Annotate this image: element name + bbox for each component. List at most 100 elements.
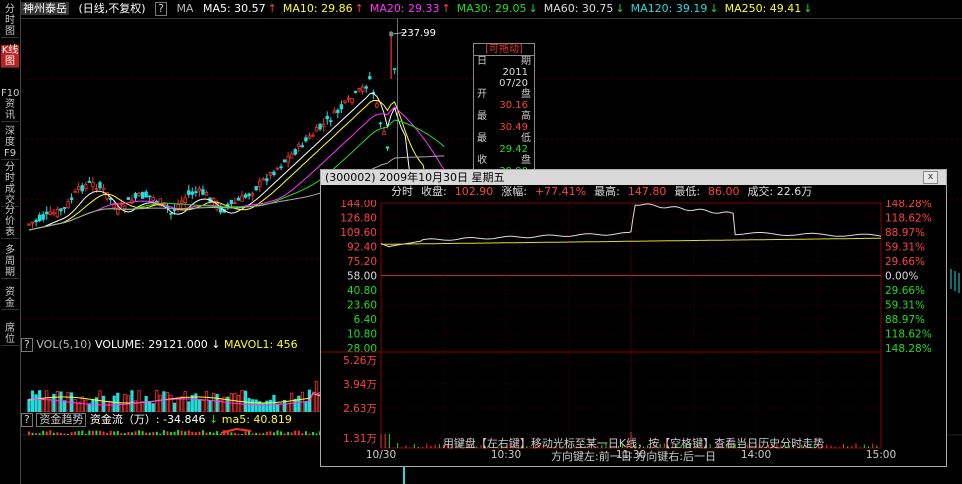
candle xyxy=(364,84,368,93)
tab-trades[interactable]: 分时成交 xyxy=(1,162,19,207)
candle xyxy=(55,206,60,219)
fund-bar xyxy=(74,431,77,435)
candle xyxy=(247,192,251,200)
tab-f9[interactable]: 深度F9 xyxy=(1,126,19,160)
candle xyxy=(350,97,354,105)
info-row-label: 开盘 xyxy=(477,89,531,100)
peak-price-label: 237.99 xyxy=(401,28,436,39)
fund-bar xyxy=(152,432,155,435)
percent-axis-label: 29.66% xyxy=(885,285,925,297)
candle xyxy=(73,188,77,193)
candle xyxy=(339,100,344,114)
stock-name[interactable]: 神州泰岳 xyxy=(21,2,69,15)
percent-axis-label: 59.31% xyxy=(885,242,925,254)
fund-bar xyxy=(70,432,73,435)
fund-bar xyxy=(191,431,194,435)
percent-axis-label: 0.00% xyxy=(885,271,918,283)
volume-bar xyxy=(45,390,49,412)
fund-bar xyxy=(241,433,243,435)
fund-bar xyxy=(237,433,240,435)
vol-help-button[interactable]: ? xyxy=(21,338,33,352)
fund-bar xyxy=(106,432,109,435)
volume-bar xyxy=(251,399,255,412)
fund-bar xyxy=(113,431,116,435)
ma-value-3: MA30: 29.05 xyxy=(456,2,527,15)
intraday-popup[interactable]: (300002) 2009年10月30日 星期五 x 分时 收盘: 102.90 涨幅… xyxy=(320,169,947,467)
fund-bar xyxy=(170,432,172,435)
tab-kline[interactable]: K线图 xyxy=(1,45,19,68)
candle xyxy=(148,195,152,202)
tab-fund[interactable]: 资金 xyxy=(1,287,19,310)
volume-bar xyxy=(314,380,319,412)
volume-bar xyxy=(105,401,109,412)
popup-stat: +77.41% xyxy=(534,185,587,198)
volume-bar xyxy=(172,402,177,412)
volume-bar xyxy=(279,403,283,412)
chart-mode[interactable]: (日线,不复权) xyxy=(79,2,146,15)
tab-f10[interactable]: F10资讯 xyxy=(1,88,19,122)
fund-bar xyxy=(148,432,151,435)
fund-bar xyxy=(130,432,133,435)
candle xyxy=(45,206,49,220)
fund-bar xyxy=(91,430,94,435)
candle xyxy=(353,90,358,94)
volume-bar xyxy=(98,390,102,412)
fund-bar xyxy=(45,431,48,435)
intraday-chart[interactable]: 144.00 148.28% 126.80 118.62% 109.60 88.97% 92… xyxy=(321,200,946,463)
popup-stat: 102.90 xyxy=(454,185,494,198)
candle xyxy=(66,198,70,210)
candle xyxy=(282,159,287,163)
fund-bar xyxy=(138,430,141,435)
fund-trend-tab[interactable]: 资金趋势 xyxy=(36,413,87,427)
volume-bar xyxy=(176,397,180,412)
fund-bar xyxy=(187,430,190,435)
volume-bar xyxy=(41,398,45,412)
fund-label: 资金流（万）: xyxy=(89,413,160,426)
volume-bar xyxy=(148,400,152,412)
volume-bar xyxy=(304,401,308,412)
fund-bar xyxy=(201,430,204,435)
fund-bar xyxy=(251,433,254,435)
ma-value-5: MA120: 39.19 xyxy=(630,2,708,15)
tab-multi-period[interactable]: 多周期 xyxy=(1,245,19,279)
candle xyxy=(59,207,63,216)
popup-stat: 最高: xyxy=(594,185,620,198)
volume-bar xyxy=(87,403,91,412)
candle xyxy=(218,204,223,215)
candle xyxy=(176,199,180,213)
candle xyxy=(187,184,191,198)
fund-help-button[interactable]: ? xyxy=(21,413,33,427)
tab-price-table[interactable]: 分价表 xyxy=(1,205,19,239)
popup-titlebar[interactable]: (300002) 2009年10月30日 星期五 x xyxy=(321,170,946,185)
popup-stat: 涨幅: xyxy=(501,185,527,198)
fund-bar xyxy=(312,432,314,435)
info-row-label: 日期 xyxy=(477,56,531,67)
candle xyxy=(236,195,241,201)
candle xyxy=(201,185,205,196)
info-row-value: 29.42 xyxy=(499,144,528,155)
info-row-label: 最高 xyxy=(477,111,531,122)
candle xyxy=(77,182,81,194)
fund-bar xyxy=(269,431,272,435)
candle xyxy=(98,180,102,190)
help-button[interactable]: ? xyxy=(155,2,167,16)
info-panel[interactable]: [可拖动] 日期 2011 07/20 开盘 30.16 最高 30.49 最低 29.42 收盘… xyxy=(473,43,535,188)
close-button[interactable]: x xyxy=(923,171,938,184)
vol-indicator[interactable]: VOL(5,10) xyxy=(36,338,91,351)
candle xyxy=(179,196,184,209)
volume-bar xyxy=(204,391,209,412)
candle xyxy=(52,208,56,216)
tab-intraday[interactable]: 分时图 xyxy=(1,4,19,38)
price-axis-label: 109.60 xyxy=(340,227,377,239)
fund-bar xyxy=(88,430,91,435)
tab-seats[interactable]: 席位 xyxy=(1,323,19,346)
candle xyxy=(293,148,297,156)
percent-axis-label: 148.28% xyxy=(885,343,932,355)
fund-bar xyxy=(95,430,98,435)
candle xyxy=(289,151,294,159)
ma-value-4: MA60: 30.75 xyxy=(543,2,614,15)
volume-bar xyxy=(290,392,294,412)
info-panel-title[interactable]: [可拖动] xyxy=(474,44,534,56)
volume-bar xyxy=(55,391,60,412)
volume-bar xyxy=(162,391,166,412)
